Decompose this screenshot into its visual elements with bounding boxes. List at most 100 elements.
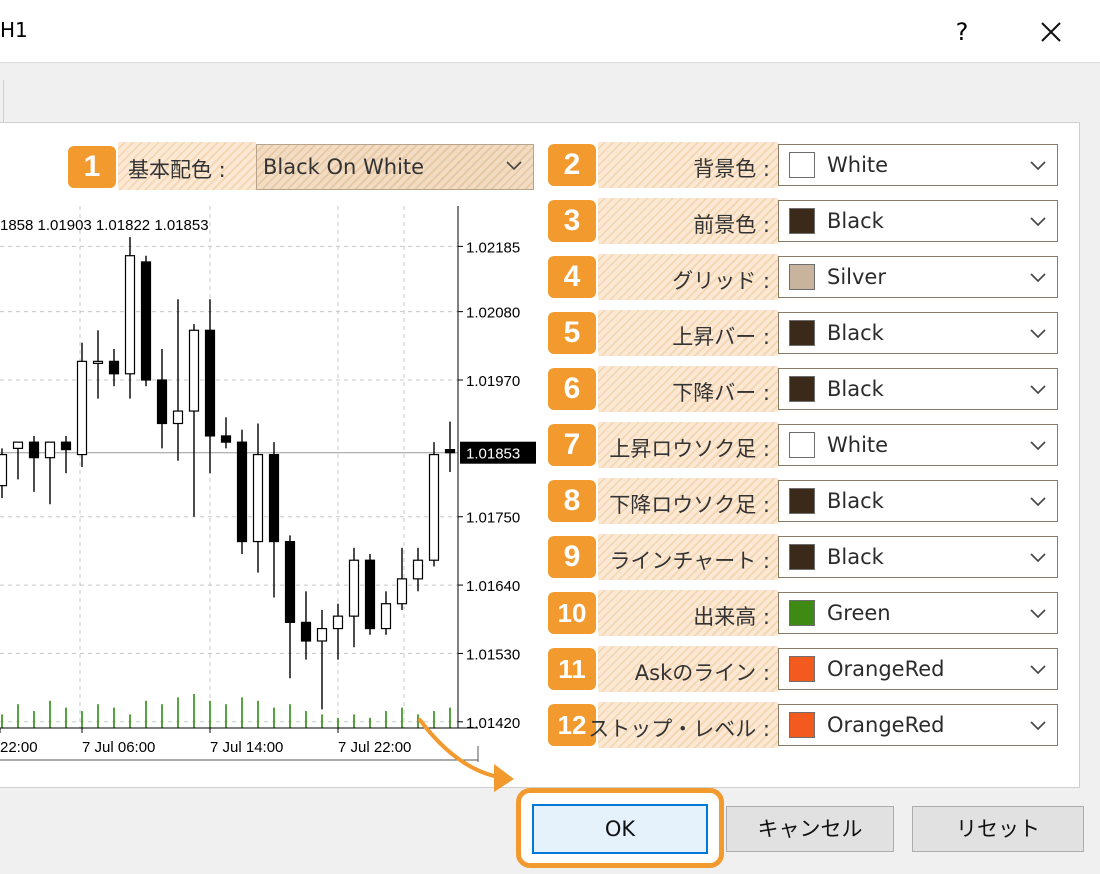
color-value: Black <box>827 489 884 513</box>
color-swatch <box>789 320 815 346</box>
candle-body <box>348 559 360 617</box>
y-tick-label: 1.01530 <box>466 646 520 663</box>
color-value: Black <box>827 321 884 345</box>
y-tick-label: 1.02185 <box>466 239 520 256</box>
setting-label: 背景色 : <box>693 157 770 181</box>
chevron-down-icon <box>1030 329 1046 339</box>
candle-body <box>140 261 152 381</box>
candle-body <box>0 453 8 487</box>
candle-body <box>236 441 248 543</box>
candle-body <box>188 329 200 412</box>
candle-body <box>252 453 264 543</box>
color-select[interactable]: Green <box>778 592 1058 634</box>
x-tick-label: 7 Jul 22:00 <box>338 739 411 756</box>
color-value: Green <box>827 601 891 625</box>
color-swatch <box>789 544 815 570</box>
color-swatch <box>789 432 815 458</box>
candle-body <box>284 540 296 623</box>
badge-2: 2 <box>548 144 596 186</box>
cancel-button[interactable]: キャンセル <box>726 806 894 852</box>
color-select[interactable]: OrangeRed <box>778 648 1058 690</box>
chevron-down-icon <box>1030 497 1046 507</box>
chevron-down-icon <box>1030 609 1046 619</box>
scheme-value: Black On White <box>263 155 425 179</box>
color-swatch <box>789 712 815 738</box>
candle-body <box>204 329 216 437</box>
badge-7: 7 <box>548 424 596 466</box>
chevron-down-icon <box>1030 553 1046 563</box>
candle-body <box>92 360 104 364</box>
candle-body <box>412 559 424 580</box>
window-title: H1 <box>0 18 28 42</box>
badge-3: 3 <box>548 200 596 242</box>
setting-label: 下降バー : <box>672 381 770 405</box>
candle-body <box>44 441 56 459</box>
current-price-label: 1.01853 <box>466 446 520 463</box>
color-value: OrangeRed <box>827 713 945 737</box>
y-tick-label: 1.02080 <box>466 305 520 322</box>
badge-4: 4 <box>548 256 596 298</box>
candle-body <box>28 441 40 459</box>
close-button[interactable] <box>1026 10 1076 54</box>
badge-9: 9 <box>548 536 596 578</box>
candle-body <box>76 360 88 456</box>
badge-1: 1 <box>68 146 116 188</box>
y-tick-label: 1.01970 <box>466 373 520 390</box>
chevron-down-icon <box>1030 161 1046 171</box>
candle-body <box>428 453 440 561</box>
color-select[interactable]: Black <box>778 368 1058 410</box>
color-swatch <box>789 600 815 626</box>
color-select[interactable]: Silver <box>778 256 1058 298</box>
chevron-down-icon <box>506 161 522 171</box>
candle-body <box>108 360 120 375</box>
help-button[interactable]: ? <box>940 10 984 54</box>
chevron-down-icon <box>1030 273 1046 283</box>
candle-body <box>444 449 456 454</box>
setting-label: 出来高 : <box>693 605 770 629</box>
setting-label: 上昇ロウソク足 : <box>609 437 770 461</box>
y-tick-label: 1.01750 <box>466 510 520 527</box>
color-value: OrangeRed <box>827 657 945 681</box>
title-bar: H1 ? <box>0 0 1100 62</box>
candle-body <box>396 578 408 605</box>
chevron-down-icon <box>1030 441 1046 451</box>
scheme-select[interactable]: Black On White <box>256 144 534 190</box>
chart-preview: 1.02185 1.02080 1.01970 1.01750 1.01640 1.015… <box>0 196 540 762</box>
color-value: White <box>827 433 889 457</box>
reset-button[interactable]: リセット <box>912 806 1084 852</box>
color-select[interactable]: OrangeRed <box>778 704 1058 746</box>
candle-body <box>364 559 376 630</box>
ohlc-label: 1858 1.01903 1.01822 1.01853 <box>0 217 209 234</box>
setting-label: 前景色 : <box>693 213 770 237</box>
setting-label: ラインチャート : <box>609 549 770 573</box>
candle-body <box>156 379 168 425</box>
color-select[interactable]: Black <box>778 536 1058 578</box>
tab-edge[interactable] <box>0 80 4 124</box>
candle-body <box>124 255 136 375</box>
candle-body <box>316 627 328 642</box>
setting-label: グリッド : <box>672 269 770 293</box>
setting-label: ストップ・レベル : <box>588 717 770 741</box>
color-swatch <box>789 376 815 402</box>
badge-5: 5 <box>548 312 596 354</box>
chevron-down-icon <box>1030 721 1046 731</box>
color-select[interactable]: Black <box>778 312 1058 354</box>
setting-label: 上昇バー : <box>672 325 770 349</box>
ok-button[interactable]: OK <box>532 804 708 854</box>
badge-8: 8 <box>548 480 596 522</box>
badge-6: 6 <box>548 368 596 410</box>
setting-label: Askのライン : <box>634 661 770 685</box>
x-tick-label: 22:00 <box>0 739 38 756</box>
color-select[interactable]: Black <box>778 200 1058 242</box>
color-value: Black <box>827 377 884 401</box>
close-icon <box>1041 22 1061 42</box>
color-select[interactable]: Black <box>778 480 1058 522</box>
color-swatch <box>789 152 815 178</box>
x-tick-label: 7 Jul 06:00 <box>82 739 155 756</box>
color-select[interactable]: White <box>778 424 1058 466</box>
color-swatch <box>789 264 815 290</box>
candle-body <box>268 453 280 543</box>
color-select[interactable]: White <box>778 144 1058 186</box>
candle-body <box>300 621 312 642</box>
color-value: Black <box>827 209 884 233</box>
